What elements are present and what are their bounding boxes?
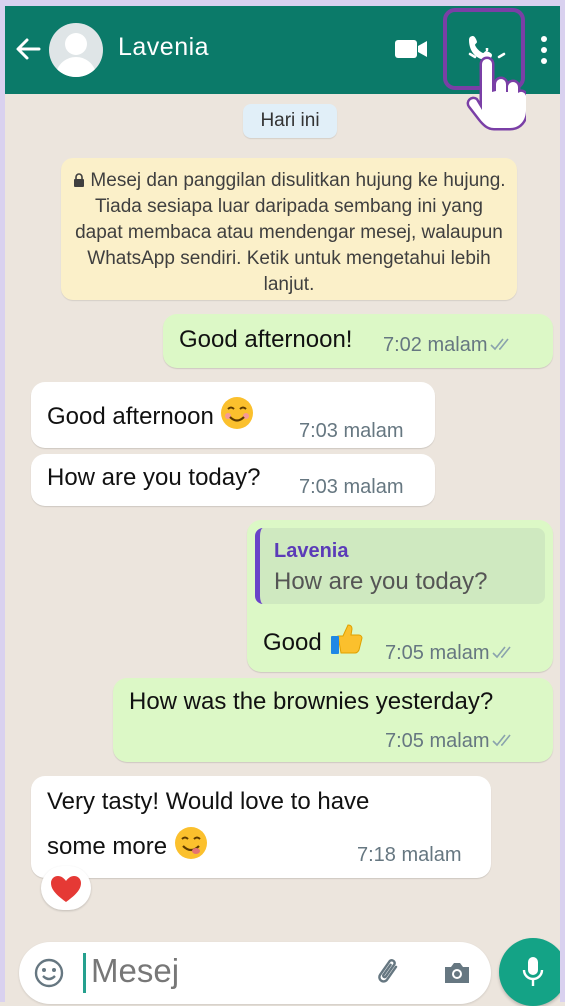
message-time: 7:03 malam — [299, 476, 404, 498]
message-bubble-incoming[interactable]: Good afternoon 7:03 malam — [31, 382, 435, 448]
camera-icon[interactable] — [441, 957, 473, 989]
quoted-text: How are you today? — [274, 568, 488, 595]
attach-icon[interactable] — [373, 956, 407, 990]
contact-name[interactable]: Lavenia — [118, 33, 209, 62]
thumbs-up-emoji-icon — [331, 624, 363, 654]
encryption-notice[interactable]: Mesej dan panggilan disulitkan hujung ke… — [61, 158, 517, 300]
message-text: How was the brownies yesterday? — [129, 688, 494, 715]
more-options-icon[interactable] — [539, 34, 549, 66]
text-cursor — [83, 953, 86, 993]
message-bubble-incoming[interactable]: Very tasty! Would love to have some more… — [31, 776, 491, 878]
date-chip: Hari ini — [243, 104, 337, 138]
avatar[interactable] — [49, 23, 103, 77]
read-ticks-icon — [491, 646, 511, 659]
heart-reaction[interactable] — [41, 866, 91, 910]
message-bubble-outgoing[interactable]: Good afternoon! 7:02 malam — [163, 314, 553, 368]
message-time: 7:02 malam — [383, 334, 512, 357]
back-arrow-icon[interactable] — [13, 34, 43, 64]
message-time: 7:03 malam — [299, 420, 404, 442]
screen-frame-left — [0, 0, 5, 1002]
emoji-icon[interactable] — [33, 957, 65, 989]
message-time: 7:05 malam — [385, 730, 514, 753]
encryption-notice-text: Mesej dan panggilan disulitkan hujung ke… — [75, 170, 506, 295]
smiling-face-emoji-icon — [221, 397, 254, 429]
message-text: Good — [263, 620, 364, 657]
message-text-line1: Very tasty! Would love to have — [47, 788, 370, 815]
message-text: How are you today? — [47, 464, 261, 491]
message-input-bar: Mesej — [19, 942, 491, 1004]
quoted-sender-name: Lavenia — [274, 540, 349, 562]
chat-area: Hari ini Mesej dan panggilan disulitkan … — [5, 94, 565, 1006]
mic-button[interactable] — [499, 938, 565, 1006]
red-heart-icon — [51, 876, 81, 902]
video-call-icon[interactable] — [393, 36, 429, 62]
lock-icon — [74, 173, 85, 187]
yum-face-emoji-icon — [174, 827, 207, 859]
message-input[interactable]: Mesej — [91, 952, 179, 990]
message-time: 7:05 malam — [385, 642, 514, 665]
message-time: 7:18 malam — [357, 844, 462, 866]
read-ticks-icon — [491, 734, 511, 747]
screen-frame-right — [560, 0, 565, 1002]
read-ticks-icon — [489, 338, 509, 351]
message-text-line2: some more — [47, 826, 208, 861]
message-bubble-outgoing[interactable]: How was the brownies yesterday? 7:05 mal… — [113, 678, 553, 762]
hand-pointer-icon — [466, 48, 526, 131]
mic-icon — [522, 957, 544, 986]
screen-frame-top — [0, 0, 565, 6]
quoted-message[interactable]: Lavenia How are you today? — [255, 528, 545, 604]
message-text: Good afternoon! — [179, 326, 353, 353]
message-text: Good afternoon — [47, 396, 254, 431]
message-bubble-incoming[interactable]: How are you today? 7:03 malam — [31, 454, 435, 506]
message-bubble-outgoing-reply[interactable]: Lavenia How are you today? Good 7:05 mal… — [247, 520, 553, 672]
avatar-icon — [55, 33, 97, 77]
